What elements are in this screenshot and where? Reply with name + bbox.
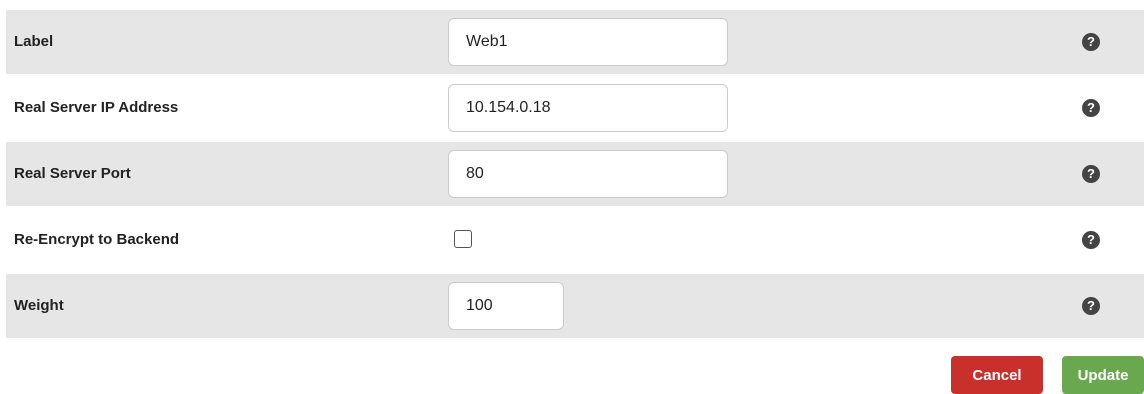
form-row-ip-address: Real Server IP Address ? xyxy=(6,76,1144,140)
weight-label: Weight xyxy=(14,297,64,314)
weight-input[interactable] xyxy=(448,282,564,330)
port-label: Real Server Port xyxy=(14,165,131,182)
help-icon[interactable]: ? xyxy=(1082,165,1100,183)
ip-address-label: Real Server IP Address xyxy=(14,99,179,116)
help-icon[interactable]: ? xyxy=(1082,33,1100,51)
form-row-re-encrypt: Re-Encrypt to Backend ? xyxy=(6,208,1144,272)
update-button[interactable]: Update xyxy=(1062,356,1144,394)
form-row-port: Real Server Port ? xyxy=(6,142,1144,206)
port-input[interactable] xyxy=(448,150,728,198)
form-row-weight: Weight ? xyxy=(6,274,1144,338)
cancel-button[interactable]: Cancel xyxy=(951,356,1043,394)
re-encrypt-checkbox[interactable] xyxy=(454,230,472,248)
label-field-label: Label xyxy=(14,33,54,50)
form-row-label: Label ? xyxy=(6,10,1144,74)
help-icon[interactable]: ? xyxy=(1082,231,1100,249)
re-encrypt-label: Re-Encrypt to Backend xyxy=(14,231,180,248)
help-icon[interactable]: ? xyxy=(1082,297,1100,315)
real-server-form: Label ? Real Server IP Address ? Real Se… xyxy=(6,10,1144,340)
help-icon[interactable]: ? xyxy=(1082,99,1100,117)
ip-address-input[interactable] xyxy=(448,84,728,132)
label-input[interactable] xyxy=(448,18,728,66)
